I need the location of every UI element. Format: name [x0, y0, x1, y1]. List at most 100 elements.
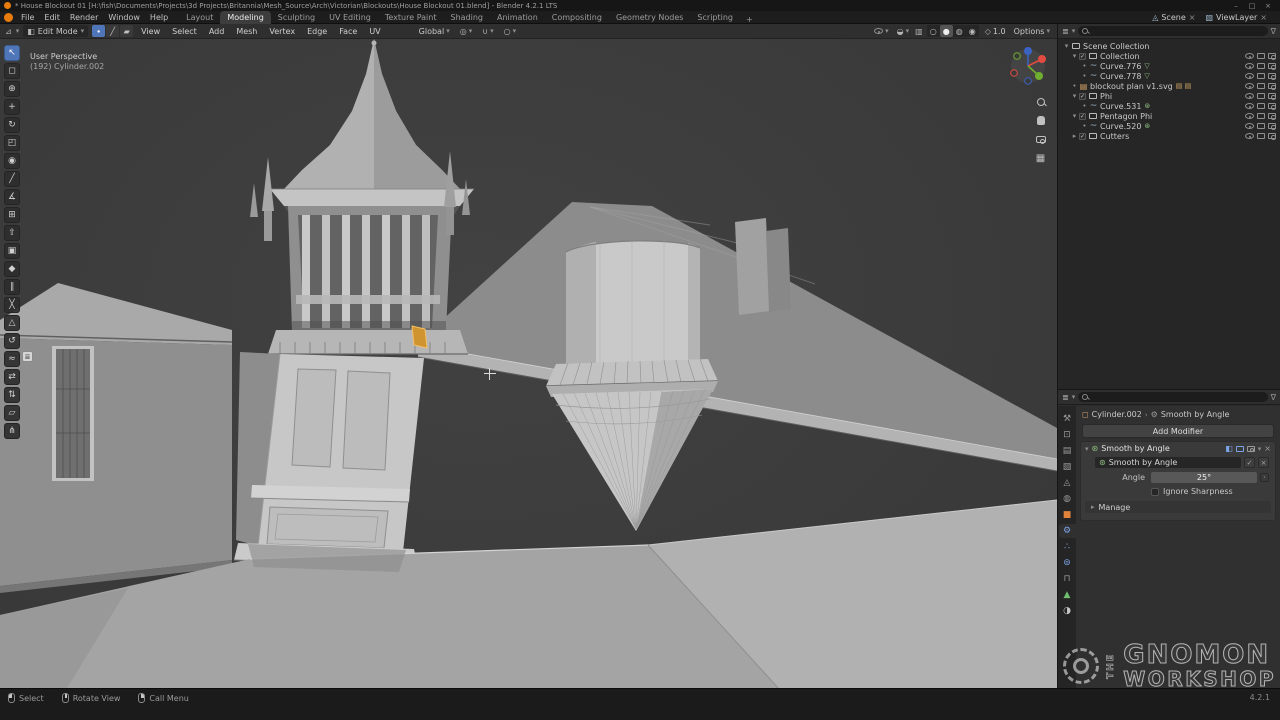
menu-help[interactable]: Help — [145, 13, 173, 22]
tool-transform[interactable]: ◉ — [4, 153, 20, 169]
extras-chevron-icon[interactable]: ▾ — [1258, 445, 1262, 453]
disable-viewport-icon[interactable] — [1257, 123, 1265, 129]
outliner-search[interactable] — [1078, 26, 1267, 36]
disable-render-icon[interactable] — [1268, 63, 1276, 69]
keyframe-button[interactable]: · — [1260, 473, 1269, 482]
fake-user-button[interactable]: ✓ — [1244, 457, 1255, 468]
outliner-item-label[interactable]: Collection — [1100, 52, 1140, 61]
add-modifier-button[interactable]: Add Modifier — [1082, 424, 1274, 438]
outliner-item-label[interactable]: Curve.520 — [1100, 122, 1141, 131]
snap-selector[interactable]: ∪ ▾ — [480, 27, 495, 36]
tab-particles[interactable]: ∴ — [1059, 540, 1076, 554]
tool-bevel[interactable]: ◆ — [4, 261, 20, 277]
rendered-shading-button[interactable]: ◉ — [966, 25, 979, 37]
tool-shear[interactable]: ▱ — [4, 405, 20, 421]
disable-render-icon[interactable] — [1268, 93, 1276, 99]
outliner-row-svg-plan[interactable]: • ▤ blockout plan v1.svg ▤ ▤ — [1058, 81, 1280, 91]
face-select-button[interactable]: ▰ — [120, 25, 133, 37]
wireframe-shading-button[interactable]: ○ — [927, 25, 940, 37]
viewlayer-unlink-icon[interactable]: × — [1260, 13, 1267, 22]
tab-geometry-nodes[interactable]: Geometry Nodes — [609, 11, 690, 24]
expand-icon[interactable]: ▾ — [1070, 52, 1079, 60]
tool-tweak[interactable]: ↖ — [4, 45, 20, 61]
outliner-item-label[interactable]: Phi — [1100, 92, 1112, 101]
outliner-item-label[interactable]: Curve.531 — [1100, 102, 1141, 111]
tab-animation[interactable]: Animation — [490, 11, 545, 24]
hide-viewport-icon[interactable] — [1245, 73, 1254, 79]
proportional-editing-selector[interactable]: ○ ▾ — [502, 27, 519, 36]
tab-constraints[interactable]: ⊓ — [1059, 572, 1076, 586]
breadcrumb-modifier[interactable]: Smooth by Angle — [1161, 410, 1230, 419]
outliner-row-scene-collection[interactable]: ▾ Scene Collection — [1058, 41, 1280, 51]
disable-render-icon[interactable] — [1268, 113, 1276, 119]
disable-viewport-icon[interactable] — [1257, 93, 1265, 99]
manage-subpanel[interactable]: ▸ Manage — [1085, 501, 1271, 513]
hide-viewport-icon[interactable] — [1245, 93, 1254, 99]
properties-search[interactable] — [1078, 392, 1267, 402]
close-button[interactable]: × — [1260, 0, 1276, 11]
3d-viewport[interactable]: User Perspective (192) Cylinder.002 ↖ ◻ … — [0, 39, 1057, 688]
outliner-row-phi[interactable]: ▾ ✓ Phi — [1058, 91, 1280, 101]
tab-modeling[interactable]: Modeling — [220, 11, 270, 24]
tool-annotate[interactable]: ╱ — [4, 171, 20, 187]
tool-knife[interactable]: ╳ — [4, 297, 20, 313]
tool-smooth[interactable]: ≈ — [4, 351, 20, 367]
menu-window[interactable]: Window — [103, 13, 145, 22]
tab-shading[interactable]: Shading — [443, 11, 490, 24]
collection-checkbox[interactable]: ✓ — [1079, 93, 1086, 100]
disable-render-icon[interactable] — [1268, 53, 1276, 59]
collection-checkbox[interactable]: ✓ — [1079, 113, 1086, 120]
maximize-button[interactable]: □ — [1244, 0, 1260, 11]
outliner-item-label[interactable]: Scene Collection — [1083, 42, 1150, 51]
expand-icon[interactable]: ▾ — [1070, 112, 1079, 120]
tab-compositing[interactable]: Compositing — [545, 11, 609, 24]
xray-toggle[interactable]: ▥ — [915, 27, 923, 36]
tab-texture-paint[interactable]: Texture Paint — [378, 11, 444, 24]
tool-rotate[interactable]: ↻ — [4, 117, 20, 133]
tool-inset-faces[interactable]: ▣ — [4, 243, 20, 259]
expand-icon[interactable]: ▾ — [1085, 445, 1089, 453]
edit-mode-display-toggle[interactable]: ◧ — [1225, 444, 1233, 453]
disable-viewport-icon[interactable] — [1257, 83, 1265, 89]
tab-scene[interactable]: ◬ — [1059, 476, 1076, 490]
outliner-row-pentagon-phi[interactable]: ▾ ✓ Pentagon Phi — [1058, 111, 1280, 121]
outliner-item-label[interactable]: Curve.778 — [1100, 72, 1141, 81]
camera-view-icon[interactable] — [1034, 133, 1047, 146]
unlink-button[interactable]: × — [1258, 457, 1269, 468]
outliner-item-label[interactable]: Cutters — [1100, 132, 1129, 141]
tool-rip-region[interactable]: ⋔ — [4, 423, 20, 439]
disable-viewport-icon[interactable] — [1257, 103, 1265, 109]
menu-select[interactable]: Select — [168, 27, 201, 36]
hide-viewport-icon[interactable] — [1245, 113, 1254, 119]
tool-add-cube[interactable]: ⊞ — [4, 207, 20, 223]
tab-physics[interactable]: ⊚ — [1059, 556, 1076, 570]
zoom-icon[interactable] — [1034, 95, 1047, 108]
disable-render-icon[interactable] — [1268, 123, 1276, 129]
tool-loop-cut[interactable]: ∥ — [4, 279, 20, 295]
node-group-field[interactable]: ⊛ Smooth by Angle — [1095, 457, 1241, 468]
hide-viewport-icon[interactable] — [1245, 123, 1254, 129]
properties-search-input[interactable] — [1091, 393, 1263, 402]
tab-tool[interactable]: ⚒ — [1059, 412, 1076, 426]
menu-vertex[interactable]: Vertex — [265, 27, 299, 36]
menu-edge[interactable]: Edge — [303, 27, 331, 36]
tab-layout[interactable]: Layout — [179, 11, 220, 24]
tab-view-layer[interactable]: ▧ — [1059, 460, 1076, 474]
disable-viewport-icon[interactable] — [1257, 63, 1265, 69]
mode-selector[interactable]: ◧ Edit Mode ▾ — [23, 25, 88, 37]
menu-face[interactable]: Face — [335, 27, 361, 36]
object-visibility-selector[interactable]: ▾ — [872, 27, 891, 35]
expand-icon[interactable]: ▸ — [1070, 132, 1079, 140]
close-modifier-icon[interactable]: × — [1264, 444, 1271, 453]
disable-render-icon[interactable] — [1268, 103, 1276, 109]
menu-edit[interactable]: Edit — [39, 13, 65, 22]
hide-viewport-icon[interactable] — [1245, 133, 1254, 139]
menu-uv[interactable]: UV — [365, 27, 384, 36]
solid-shading-button[interactable]: ● — [940, 25, 953, 37]
hide-viewport-icon[interactable] — [1245, 83, 1254, 89]
tool-measure[interactable]: ∡ — [4, 189, 20, 205]
outliner-row-curve[interactable]: • ~ Curve.531 ⊛ — [1058, 101, 1280, 111]
tool-poly-build[interactable]: △ — [4, 315, 20, 331]
collection-checkbox[interactable]: ✓ — [1079, 133, 1086, 140]
collection-checkbox[interactable]: ✓ — [1079, 53, 1086, 60]
